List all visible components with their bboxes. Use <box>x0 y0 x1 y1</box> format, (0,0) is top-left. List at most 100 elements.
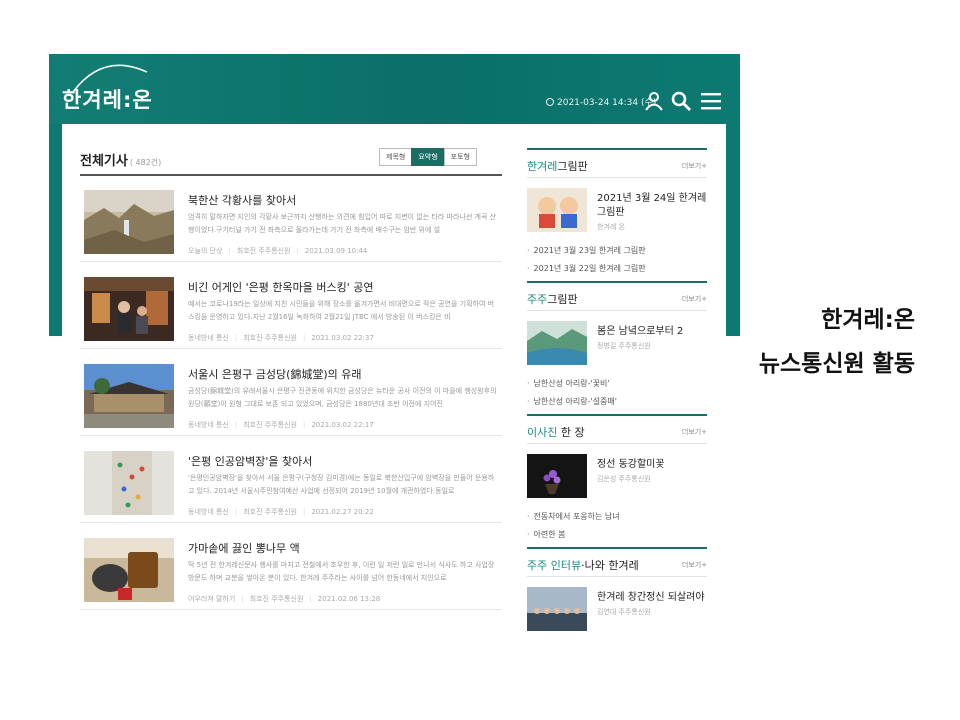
sidebar-feature-title[interactable]: 한겨레 창간정신 되살려야 <box>597 591 707 605</box>
sidebar-list-item[interactable]: 남한산성 아리랑-'설중매' <box>527 393 707 411</box>
sidebar-section-title[interactable]: 주주그림판 <box>527 291 578 307</box>
article-meta: 오늘의 단상 | 최호진 주주통신원 | 2021.03.09 10:44 <box>188 247 368 255</box>
article-summary: 예서는 코로나19라는 일상에 지친 시민들을 위해 장소를 옮겨가면서 비대면… <box>188 300 495 321</box>
article-title[interactable]: '은평 인공암벽장'을 찾아서 <box>188 453 312 469</box>
article-summary: 엄격히 말하자면 지인의 각황사 보근까지 산행하는 의견에 힘입어 따로 지변… <box>188 213 497 234</box>
sidebar-section-juju-cartoon: 주주그림판 더보기+ 봄은 남녘으로부터 2 정병길 주주통신원 남한산성 아리… <box>527 281 707 411</box>
sidebar-thumbnail[interactable] <box>527 321 587 365</box>
article-count: ( 482건) <box>129 158 162 167</box>
sidebar-feature-byline: 한겨레 온 <box>597 223 625 231</box>
article-category[interactable]: 어우러져 말하기 <box>188 595 235 603</box>
article-category[interactable]: 동네방네 통신 <box>188 334 229 342</box>
sidebar-list-item[interactable]: 2021년 3월 23일 한겨레 그림판 <box>527 242 707 260</box>
article-category[interactable]: 오늘의 단상 <box>188 247 222 255</box>
more-link[interactable]: 더보기+ <box>682 560 707 570</box>
sidebar-feature-byline: 김은성 주주통신원 <box>597 475 651 483</box>
sidebar-thumbnail[interactable] <box>527 587 587 631</box>
sidebar-section-title[interactable]: 이사진 한 장 <box>527 424 585 440</box>
sidebar-feature[interactable]: 한겨레 창간정신 되살려야 김연대 주주통신원 <box>527 587 707 637</box>
sidebar-feature[interactable]: 정선 동강할미꽃 김은성 주주통신원 <box>527 454 707 504</box>
article-summary: '은평인공암벽장'을 찾아서 서울 은평구(구청장 김미경)에는 동일로 북한산… <box>188 474 495 495</box>
content-panel: 전체기사( 482건) 제목형 요약형 포토형 북한산 각황사를 찾아서 엄격히… <box>62 124 726 644</box>
article-meta: 어우러져 말하기 | 최호진 주주통신원 | 2021.02.06 13:28 <box>188 595 381 603</box>
view-title-button[interactable]: 제목형 <box>379 148 413 166</box>
sidebar-section-header: 한겨레그림판 더보기+ <box>527 148 707 178</box>
article-thumbnail[interactable] <box>84 538 174 602</box>
article-author: 최호진 주주통신원 <box>243 508 297 516</box>
article-title[interactable]: 서울시 은평구 금성당(錦城堂)의 유래 <box>188 366 362 382</box>
article-date: 2021.02.27 20:22 <box>311 508 374 516</box>
sidebar-list-item[interactable]: 아련한 봄 <box>527 526 707 544</box>
sidebar-feature[interactable]: 2021년 3월 24일 한겨레 그림판 한겨레 온 <box>527 188 707 238</box>
sidebar-thumbnail[interactable] <box>527 188 587 232</box>
sidebar-list: 2021년 3월 23일 한겨레 그림판 2021년 3월 22일 한겨레 그림… <box>527 242 707 278</box>
sidebar-section-header: 이사진 한 장 더보기+ <box>527 414 707 444</box>
article-item[interactable]: '은평 인공암벽장'을 찾아서 '은평인공암벽장'을 찾아서 서울 은평구(구청… <box>80 437 502 523</box>
sidebar-feature-byline: 김연대 주주통신원 <box>597 608 651 616</box>
article-thumbnail[interactable] <box>84 277 174 341</box>
menu-icon[interactable] <box>700 90 722 112</box>
sidebar-feature-title[interactable]: 2021년 3월 24일 한겨레 그림판 <box>597 192 707 220</box>
datetime-text: 2021-03-24 14:34 (수) <box>557 98 657 108</box>
article-author: 최호진 주주통신원 <box>243 334 297 342</box>
article-date: 2021.03.02 22:17 <box>311 421 374 429</box>
current-datetime: 2021-03-24 14:34 (수) <box>546 95 656 108</box>
sidebar-section-photo: 이사진 한 장 더보기+ 정선 동강할미꽃 김은성 주주통신원 전동차에서 <box>527 414 707 544</box>
view-photo-button[interactable]: 포토형 <box>443 148 477 166</box>
article-item[interactable]: 비긴 어게인 '은평 한옥마을 버스킹' 공연 예서는 코로나19라는 일상에 … <box>80 263 502 349</box>
sidebar-section-header: 주주 인터뷰·나와 한겨레 더보기+ <box>527 547 707 577</box>
article-title[interactable]: 비긴 어게인 '은평 한옥마을 버스킹' 공연 <box>188 279 373 295</box>
article-meta: 동네방네 통신 | 최호진 주주통신원 | 2021.03.02 22:17 <box>188 421 374 429</box>
article-date: 2021.03.02 22:37 <box>311 334 374 342</box>
article-summary: 금성당(錦城堂)의 유래서울시 은평구 진관동에 위치한 금성당은 뉴타운 공사… <box>188 387 497 408</box>
sidebar-feature[interactable]: 봄은 남녘으로부터 2 정병길 주주통신원 <box>527 321 707 371</box>
article-item[interactable]: 가마솥에 끓인 뽕나무 액 딱 5년 전 한겨레신문사 행사를 마치고 전철에서… <box>80 524 502 610</box>
more-link[interactable]: 더보기+ <box>682 427 707 437</box>
section-title: 전체기사( 482건) <box>80 150 161 169</box>
section-title-text: 전체기사 <box>80 154 128 169</box>
search-icon[interactable] <box>670 90 692 112</box>
clock-icon <box>546 98 554 106</box>
sidebar-list: 남한산성 아리랑-'꽃비' 남한산성 아리랑-'설중매' <box>527 375 707 411</box>
article-summary: 딱 5년 전 한겨레신문사 행사를 마치고 전철에서 조우한 후, 이런 일 저… <box>188 561 495 582</box>
article-meta: 동네방네 통신 | 최호진 주주통신원 | 2021.02.27 20:22 <box>188 508 374 516</box>
sidebar-feature-title[interactable]: 봄은 남녘으로부터 2 <box>597 325 707 339</box>
article-title[interactable]: 북한산 각황사를 찾아서 <box>188 192 296 208</box>
website-screenshot: 한겨레:온 2021-03-24 14:34 (수) 전체기사( 482건) 제… <box>49 54 740 644</box>
article-title[interactable]: 가마솥에 끓인 뽕나무 액 <box>188 540 300 556</box>
sidebar-feature-byline: 정병길 주주통신원 <box>597 342 651 350</box>
article-author: 최호진 주주통신원 <box>243 421 297 429</box>
view-summary-button[interactable]: 요약형 <box>411 148 445 166</box>
sidebar-list-item[interactable]: 전동차에서 포옹하는 남녀 <box>527 508 707 526</box>
site-header: 한겨레:온 2021-03-24 14:34 (수) <box>49 54 740 124</box>
article-category[interactable]: 동네방네 통신 <box>188 508 229 516</box>
article-meta: 동네방네 통신 | 최호진 주주통신원 | 2021.03.02 22:37 <box>188 334 374 342</box>
sidebar-section-title[interactable]: 주주 인터뷰·나와 한겨레 <box>527 557 639 573</box>
sidebar-section-hani-cartoon: 한겨레그림판 더보기+ 2021년 3월 24일 한겨레 그림판 한겨레 온 ·… <box>527 148 707 278</box>
sidebar-feature-title[interactable]: 정선 동강할미꽃 <box>597 458 707 472</box>
article-author: 최호진 주주통신원 <box>236 247 291 255</box>
caption-line-1: 한겨레:온 <box>821 307 915 333</box>
article-thumbnail[interactable] <box>84 364 174 428</box>
sidebar-list-item[interactable]: 남한산성 아리랑-'꽃비' <box>527 375 707 393</box>
article-item[interactable]: 서울시 은평구 금성당(錦城堂)의 유래 금성당(錦城堂)의 유래서울시 은평구… <box>80 350 502 436</box>
article-item[interactable]: 북한산 각황사를 찾아서 엄격히 말하자면 지인의 각황사 보근까지 산행하는 … <box>80 176 502 262</box>
site-logo[interactable]: 한겨레:온 <box>62 84 153 114</box>
sidebar-section-title[interactable]: 한겨레그림판 <box>527 158 588 174</box>
sidebar-thumbnail[interactable] <box>527 454 587 498</box>
view-toggle: 제목형 요약형 포토형 <box>379 148 477 166</box>
article-thumbnail[interactable] <box>84 190 174 254</box>
article-author: 최호진 주주통신원 <box>249 595 304 603</box>
more-link[interactable]: 더보기+ <box>682 161 707 171</box>
sidebar-list-item[interactable]: 2021년 3월 22일 한겨레 그림판 <box>527 260 707 278</box>
article-date: 2021.02.06 13:28 <box>317 595 381 603</box>
sidebar-section-interview: 주주 인터뷰·나와 한겨레 더보기+ 한겨레 창간정신 되살려야 김연대 주주통… <box>527 547 707 637</box>
article-thumbnail[interactable] <box>84 451 174 515</box>
sidebar-section-header: 주주그림판 더보기+ <box>527 281 707 311</box>
more-link[interactable]: 더보기+ <box>682 294 707 304</box>
caption-line-2: 뉴스통신원 활동 <box>758 351 915 377</box>
user-icon[interactable] <box>643 90 665 112</box>
sidebar-list: 전동차에서 포옹하는 남녀 아련한 봄 <box>527 508 707 544</box>
article-date: 2021.03.09 10:44 <box>304 247 368 255</box>
article-category[interactable]: 동네방네 통신 <box>188 421 229 429</box>
